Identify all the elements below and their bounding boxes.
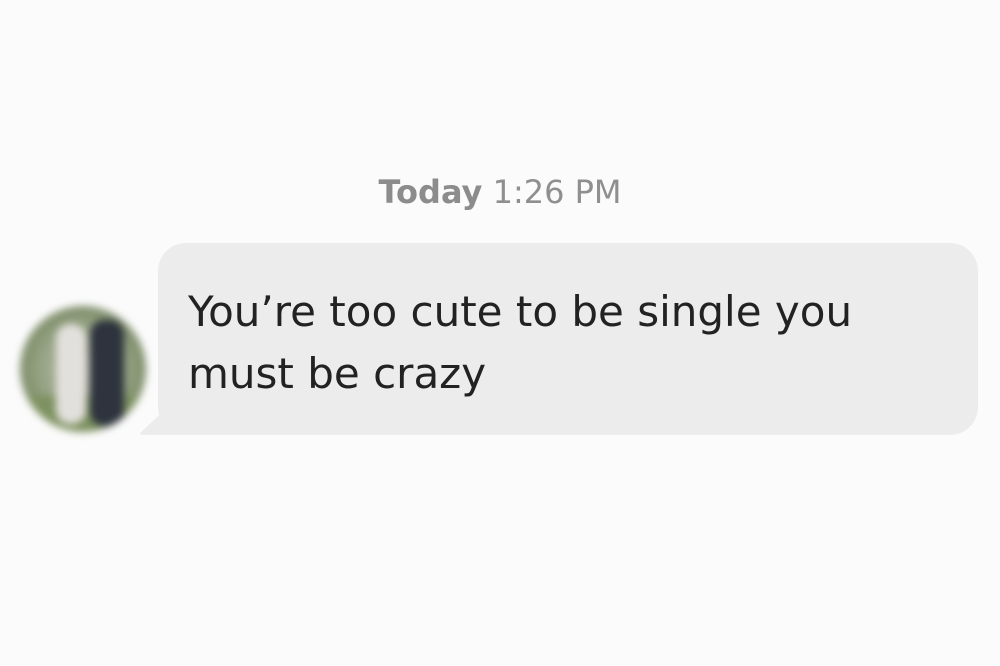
sender-avatar[interactable] [20,306,146,432]
message-bubble[interactable]: You’re too cute to be single you must be… [158,243,978,435]
chat-area: Today 1:26 PM You’re too cute to be sing… [0,0,1000,666]
timestamp-time: 1:26 PM [492,173,622,211]
timestamp-day: Today [378,173,483,211]
avatar-photo-figure [90,320,124,426]
message-text: You’re too cute to be single you must be… [188,287,853,398]
incoming-message-row: You’re too cute to be single you must be… [0,240,1000,440]
message-timestamp: Today 1:26 PM [0,170,1000,214]
avatar-photo-figure [56,324,86,424]
